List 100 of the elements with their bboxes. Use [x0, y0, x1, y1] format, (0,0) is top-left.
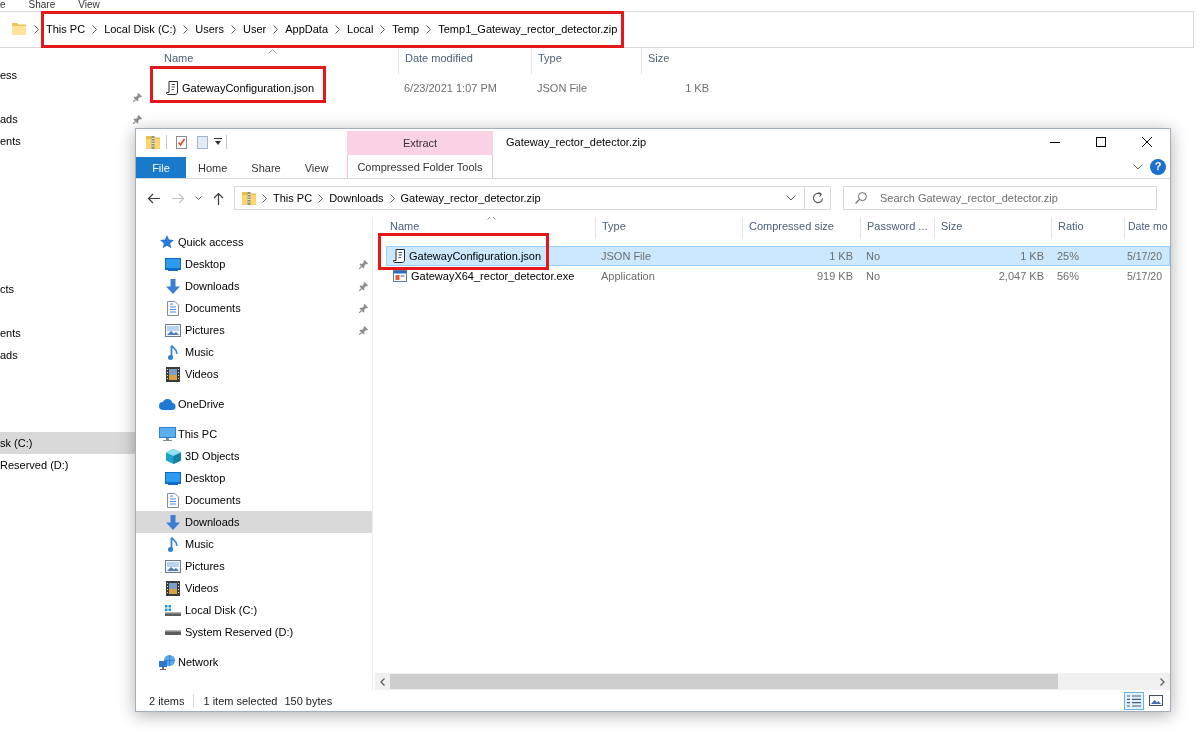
sidebar-item[interactable]: Desktop — [136, 253, 372, 275]
column-header[interactable]: Size — [641, 48, 716, 74]
breadcrumb[interactable]: Users — [195, 23, 224, 35]
ribbon-tab[interactable]: e — [0, 0, 6, 10]
chevron-down-icon[interactable] — [786, 195, 796, 201]
file-name: GatewayConfiguration.json — [409, 250, 542, 262]
table-cell-text: 1 KB — [828, 249, 854, 264]
search-icon — [855, 192, 867, 204]
sidebar-item[interactable]: This PC — [136, 423, 372, 445]
chevron-down-icon[interactable] — [1133, 163, 1143, 170]
contextual-tab-header[interactable]: Extract — [347, 131, 493, 155]
sidebar-item[interactable]: Local Disk (C:) — [136, 599, 372, 621]
down-arrow-icon — [166, 278, 180, 294]
chevron-right-icon — [389, 193, 395, 203]
sidebar-item[interactable]: Documents — [136, 489, 372, 511]
sidebar-item[interactable]: cts — [0, 278, 135, 300]
sidebar-item[interactable]: Videos — [136, 577, 372, 599]
address-bar[interactable]: This PC Downloads Gateway_rector_detector.zip — [234, 186, 805, 210]
column-header[interactable]: Password ... — [860, 217, 934, 239]
breadcrumb[interactable]: Temp1_Gateway_rector_detector.zip — [438, 23, 618, 35]
help-button[interactable]: ? — [1150, 158, 1166, 175]
sidebar-item[interactable]: ads — [0, 108, 145, 130]
breadcrumb[interactable]: This PC — [273, 192, 313, 204]
column-header[interactable]: Name — [145, 48, 398, 74]
contextual-tab[interactable]: Compressed Folder Tools — [347, 155, 493, 178]
ribbon-tab[interactable]: View — [292, 157, 341, 178]
sidebar-item[interactable]: ents — [0, 130, 135, 152]
table-cell-text: 56% — [1056, 269, 1081, 284]
sidebar-item[interactable]: Pictures — [136, 555, 372, 577]
breadcrumb[interactable]: Local Disk (C:) — [104, 23, 177, 35]
star-icon — [160, 235, 174, 249]
breadcrumb[interactable]: Downloads — [329, 192, 384, 204]
checkmark-page-icon[interactable] — [176, 135, 187, 149]
network-icon — [159, 654, 175, 670]
caret-icon[interactable] — [214, 138, 222, 146]
scrollbar-thumb[interactable] — [390, 674, 1058, 689]
sidebar-item[interactable]: Network — [136, 651, 372, 673]
file-row[interactable]: GatewayX64_rector_detector.exe Application 919 KB No 2,047 KB 56% 5/17/20 — [386, 266, 1170, 286]
film-icon — [166, 366, 180, 382]
ribbon-tab[interactable]: Share — [239, 157, 293, 178]
sidebar-item[interactable]: Downloads — [136, 511, 372, 533]
file-name: GatewayConfiguration.json — [182, 82, 315, 94]
sidebar-item[interactable]: Music — [136, 533, 372, 555]
minimize-icon — [1050, 141, 1060, 143]
sidebar-item[interactable]: Downloads — [136, 275, 372, 297]
zip-folder-icon[interactable] — [146, 135, 160, 149]
sidebar-item[interactable]: OneDrive — [136, 393, 372, 415]
chevron-right-icon — [92, 24, 98, 34]
column-header[interactable]: Size — [934, 217, 1051, 239]
column-header[interactable]: Date modified — [398, 48, 531, 74]
details-view-button[interactable] — [1124, 691, 1144, 710]
sidebar-item[interactable]: 3D Objects — [136, 445, 372, 467]
column-header[interactable]: Compressed size — [742, 217, 860, 239]
file-name: GatewayX64_rector_detector.exe — [411, 270, 575, 282]
chevron-right-icon — [34, 24, 39, 34]
file-row[interactable]: GatewayConfiguration.json 6/23/2021 1:07 PM JSON File 1 KB — [145, 78, 1200, 98]
sidebar-item[interactable]: sk (C:) — [0, 432, 135, 454]
breadcrumb[interactable]: Temp — [392, 23, 420, 35]
column-header[interactable]: Type — [595, 217, 742, 239]
sidebar-item[interactable]: Music — [136, 341, 372, 363]
breadcrumb[interactable]: This PC — [46, 23, 86, 35]
selection-info: 1 item selected — [203, 694, 278, 707]
table-cell-text: 5/17/20 — [1126, 249, 1164, 264]
drive-icon — [165, 604, 181, 616]
column-header[interactable]: Name — [386, 217, 595, 239]
sidebar-item[interactable]: Quick access — [136, 231, 372, 253]
column-header[interactable]: Ratio — [1051, 217, 1124, 239]
sidebar-item[interactable]: Pictures — [136, 319, 372, 341]
sidebar-item[interactable]: Videos — [136, 363, 372, 385]
address-bar[interactable]: This PC Local Disk (C:) Users User AppData Local Temp Temp1_Gateway_rector_detector.zip — [0, 10, 1194, 48]
breadcrumb[interactable]: Local — [347, 23, 374, 35]
table-cell-text: Application — [600, 269, 656, 284]
table-cell-text: 919 KB — [815, 269, 854, 284]
file-tab[interactable]: File — [136, 157, 186, 178]
sidebar-item[interactable]: System Reserved (D:) — [136, 621, 372, 643]
item-count: 2 items — [149, 694, 185, 707]
sidebar-item[interactable]: Documents — [136, 297, 372, 319]
search-field[interactable]: Search Gateway_rector_detector.zip — [843, 186, 1157, 210]
ribbon-tab[interactable]: View — [78, 0, 100, 10]
sidebar-item[interactable]: ess — [0, 64, 135, 86]
sidebar-item[interactable]: ents — [0, 322, 135, 344]
ribbon-tab[interactable]: Share — [28, 0, 56, 10]
breadcrumb[interactable]: Gateway_rector_detector.zip — [400, 192, 541, 204]
file-row[interactable]: GatewayConfiguration.json JSON File 1 KB No 1 KB 25% 5/17/20 — [386, 246, 1170, 266]
sidebar-item[interactable]: Reserved (D:) — [0, 454, 135, 476]
breadcrumb[interactable]: AppData — [285, 23, 329, 35]
table-cell-text: JSON File — [536, 81, 589, 96]
sidebar-item[interactable]: ads — [0, 344, 135, 366]
large-icons-view-icon — [1149, 695, 1163, 706]
ribbon-tab[interactable]: Home — [186, 157, 240, 178]
chevron-down-icon — [194, 196, 202, 200]
refresh-button[interactable] — [805, 186, 831, 210]
computer-icon — [158, 427, 176, 441]
column-header[interactable]: Date mo — [1124, 217, 1170, 239]
column-header[interactable]: Type — [531, 48, 641, 74]
sidebar-item[interactable]: Desktop — [136, 467, 372, 489]
breadcrumb[interactable]: User — [243, 23, 267, 35]
film-icon — [166, 580, 180, 596]
chevron-right-icon — [318, 193, 324, 203]
chevron-right-icon — [262, 193, 267, 203]
